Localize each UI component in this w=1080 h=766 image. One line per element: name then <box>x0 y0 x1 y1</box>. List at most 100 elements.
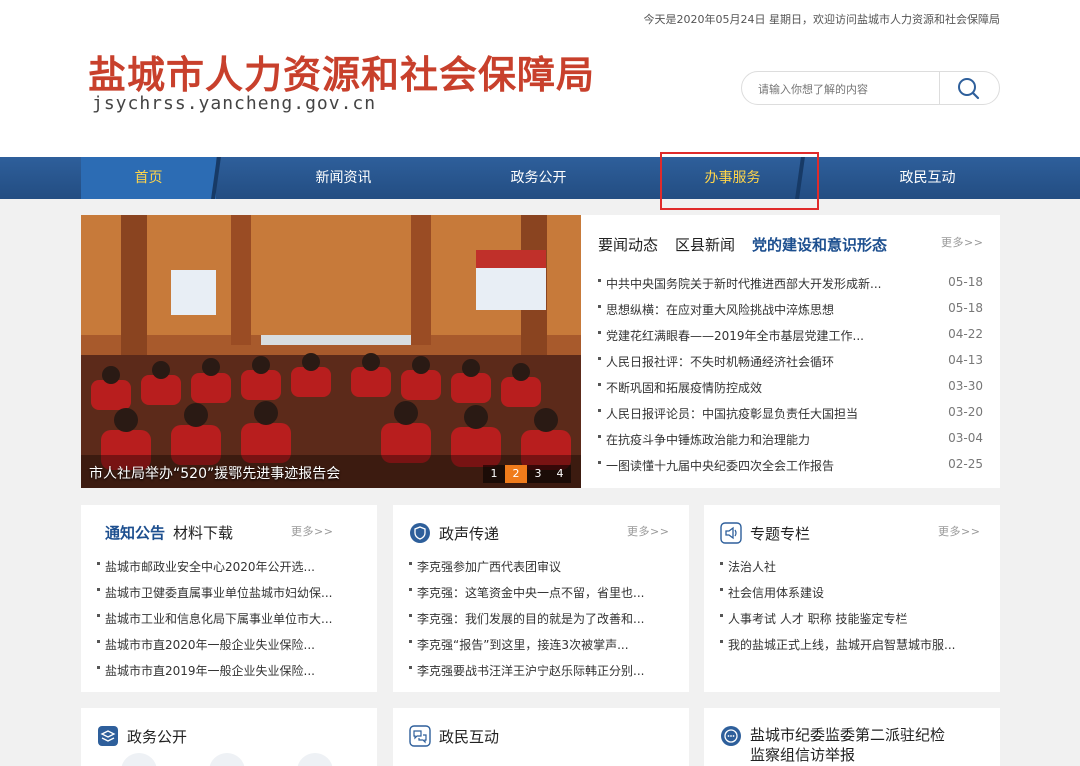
list-item[interactable]: 法治人社 <box>720 554 988 580</box>
special-item[interactable]: 法治人社 <box>728 558 776 575</box>
list-item[interactable]: 党建花红满眼春——2019年全市基层党建工作... 04-22 <box>598 323 983 349</box>
bullet <box>598 357 601 360</box>
list-item[interactable]: 人事考试 人才 职称 技能鉴定专栏 <box>720 606 988 632</box>
news-date: 05-18 <box>948 301 983 315</box>
notice-more-link[interactable]: 更多>> <box>291 523 333 539</box>
bullet <box>598 409 601 412</box>
policy-item[interactable]: 李克强要战书汪洋王沪宁赵乐际韩正分别... <box>417 662 644 679</box>
bullet <box>720 614 723 617</box>
list-item[interactable]: 社会信用体系建设 <box>720 580 988 606</box>
news-title[interactable]: 一图读懂十九届中央纪委四次全会工作报告 <box>606 457 834 474</box>
tab-important-news[interactable]: 要闻动态 <box>598 234 658 255</box>
news-list: 中共中央国务院关于新时代推进西部大开发形成新... 05-18 思想纵横：在应对重… <box>598 271 983 479</box>
bullet <box>598 305 601 308</box>
interaction-title[interactable]: 政民互动 <box>439 726 499 747</box>
notice-title[interactable]: 盐城市市直2020年一般企业失业保险... <box>105 636 315 653</box>
slide-dot[interactable]: 4 <box>549 465 571 483</box>
news-title[interactable]: 人民日报社评：不失时机畅通经济社会循环 <box>606 353 834 370</box>
bullet <box>409 614 412 617</box>
shield-icon <box>410 523 430 543</box>
bullet <box>598 383 601 386</box>
speaker-icon <box>720 522 742 544</box>
bullet <box>409 666 412 669</box>
bullet <box>720 562 723 565</box>
list-item[interactable]: 一图读懂十九届中央纪委四次全会工作报告 02-25 <box>598 453 983 479</box>
slide-dot-active[interactable]: 2 <box>505 465 527 483</box>
slide-caption[interactable]: 市人社局举办“520”援鄂先进事迹报告会 <box>89 463 340 483</box>
news-title[interactable]: 党建花红满眼春——2019年全市基层党建工作... <box>606 327 864 344</box>
notice-title[interactable]: 盐城市工业和信息化局下属事业单位市大... <box>105 610 332 627</box>
search-input[interactable] <box>758 80 928 98</box>
policy-more-link[interactable]: 更多>> <box>627 523 669 539</box>
category-circle[interactable] <box>121 753 157 766</box>
list-item[interactable]: 李克强“报告”到这里，接连3次被掌声... <box>409 632 677 658</box>
gov-open-title[interactable]: 政务公开 <box>127 726 187 747</box>
news-title[interactable]: 思想纵横：在应对重大风险挑战中淬炼思想 <box>606 301 834 318</box>
list-item[interactable]: 人民日报评论员：中国抗疫彰显负责任大国担当 03-20 <box>598 401 983 427</box>
list-item[interactable]: 李克强参加广西代表团审议 <box>409 554 677 580</box>
policy-item[interactable]: 李克强参加广西代表团审议 <box>417 558 561 575</box>
nav-news[interactable]: 新闻资讯 <box>276 157 411 199</box>
news-more-link[interactable]: 更多>> <box>941 234 983 250</box>
tab-county-news[interactable]: 区县新闻 <box>675 234 735 255</box>
news-title[interactable]: 中共中央国务院关于新时代推进西部大开发形成新... <box>606 275 881 292</box>
nav-home[interactable]: 首页 <box>81 157 216 199</box>
tab-party-building[interactable]: 党的建设和意识形态 <box>752 234 887 255</box>
special-item[interactable]: 人事考试 人才 职称 技能鉴定专栏 <box>728 610 907 627</box>
notice-panel: 通知公告 材料下载 更多>> 盐城市邮政业安全中心2020年公开选... 盐城市… <box>81 505 377 692</box>
policy-item[interactable]: 李克强：这笔资金中央一点不留，省里也... <box>417 584 644 601</box>
bullet <box>598 279 601 282</box>
tab-downloads[interactable]: 材料下载 <box>173 522 233 543</box>
news-title[interactable]: 在抗疫斗争中锤炼政治能力和治理能力 <box>606 431 810 448</box>
notice-tabs: 通知公告 材料下载 <box>105 522 233 543</box>
site-title[interactable]: 盐城市人力资源和社会保障局 <box>88 44 595 99</box>
list-item[interactable]: 人民日报社评：不失时机畅通经济社会循环 04-13 <box>598 349 983 375</box>
list-item[interactable]: 中共中央国务院关于新时代推进西部大开发形成新... 05-18 <box>598 271 983 297</box>
slide-dot[interactable]: 1 <box>483 465 505 483</box>
category-circle[interactable] <box>297 753 333 766</box>
bullet <box>598 331 601 334</box>
search-icon <box>958 78 980 100</box>
slider-pagination: 1 2 3 4 <box>483 465 571 483</box>
special-item[interactable]: 社会信用体系建设 <box>728 584 824 601</box>
chat-icon <box>409 725 431 747</box>
policy-item[interactable]: 李克强：我们发展的目的就是为了改善和... <box>417 610 644 627</box>
tab-notice[interactable]: 通知公告 <box>105 522 165 543</box>
report-title[interactable]: 盐城市纪委监委第二派驻纪检 监察组信访举报 <box>750 725 945 765</box>
notice-title[interactable]: 盐城市邮政业安全中心2020年公开选... <box>105 558 315 575</box>
list-item[interactable]: 盐城市邮政业安全中心2020年公开选... <box>97 554 365 580</box>
special-title[interactable]: 专题专栏 <box>750 523 810 544</box>
list-item[interactable]: 思想纵横：在应对重大风险挑战中淬炼思想 05-18 <box>598 297 983 323</box>
site-domain: jsychrss.yancheng.gov.cn <box>92 93 377 114</box>
list-item[interactable]: 盐城市市直2019年一般企业失业保险... <box>97 658 365 684</box>
list-item[interactable]: 盐城市市直2020年一般企业失业保险... <box>97 632 365 658</box>
slide-dot[interactable]: 3 <box>527 465 549 483</box>
special-item[interactable]: 我的盐城正式上线，盐城开启智慧城市服... <box>728 636 955 653</box>
nav-interaction[interactable]: 政民互动 <box>860 157 995 199</box>
list-item[interactable]: 不断巩固和拓展疫情防控成效 03-30 <box>598 375 983 401</box>
list-item[interactable]: 盐城市工业和信息化局下属事业单位市大... <box>97 606 365 632</box>
search-button[interactable] <box>947 74 991 102</box>
news-tabs: 要闻动态 区县新闻 党的建设和意识形态 <box>598 234 887 255</box>
policy-item[interactable]: 李克强“报告”到这里，接连3次被掌声... <box>417 636 629 653</box>
bullet <box>409 562 412 565</box>
list-item[interactable]: 盐城市卫健委直属事业单位盐城市妇幼保... <box>97 580 365 606</box>
bullet <box>720 640 723 643</box>
nav-gov-open[interactable]: 政务公开 <box>471 157 606 199</box>
list-item[interactable]: 李克强要战书汪洋王沪宁赵乐际韩正分别... <box>409 658 677 684</box>
notice-title[interactable]: 盐城市市直2019年一般企业失业保险... <box>105 662 315 679</box>
special-more-link[interactable]: 更多>> <box>938 523 980 539</box>
news-title[interactable]: 人民日报评论员：中国抗疫彰显负责任大国担当 <box>606 405 858 422</box>
news-title[interactable]: 不断巩固和拓展疫情防控成效 <box>606 379 762 396</box>
policy-title[interactable]: 政声传递 <box>439 523 499 544</box>
photo-slider[interactable]: 市人社局举办“520”援鄂先进事迹报告会 1 2 3 4 <box>81 215 581 488</box>
notice-list: 盐城市邮政业安全中心2020年公开选... 盐城市卫健委直属事业单位盐城市妇幼保… <box>97 554 365 684</box>
list-item[interactable]: 在抗疫斗争中锤炼政治能力和治理能力 03-04 <box>598 427 983 453</box>
gov-open-header: 政务公开 <box>97 725 187 747</box>
list-item[interactable]: 李克强：这笔资金中央一点不留，省里也... <box>409 580 677 606</box>
notice-title[interactable]: 盐城市卫健委直属事业单位盐城市妇幼保... <box>105 584 332 601</box>
bullet <box>720 588 723 591</box>
list-item[interactable]: 李克强：我们发展的目的就是为了改善和... <box>409 606 677 632</box>
list-item[interactable]: 我的盐城正式上线，盐城开启智慧城市服... <box>720 632 988 658</box>
category-circle[interactable] <box>209 753 245 766</box>
